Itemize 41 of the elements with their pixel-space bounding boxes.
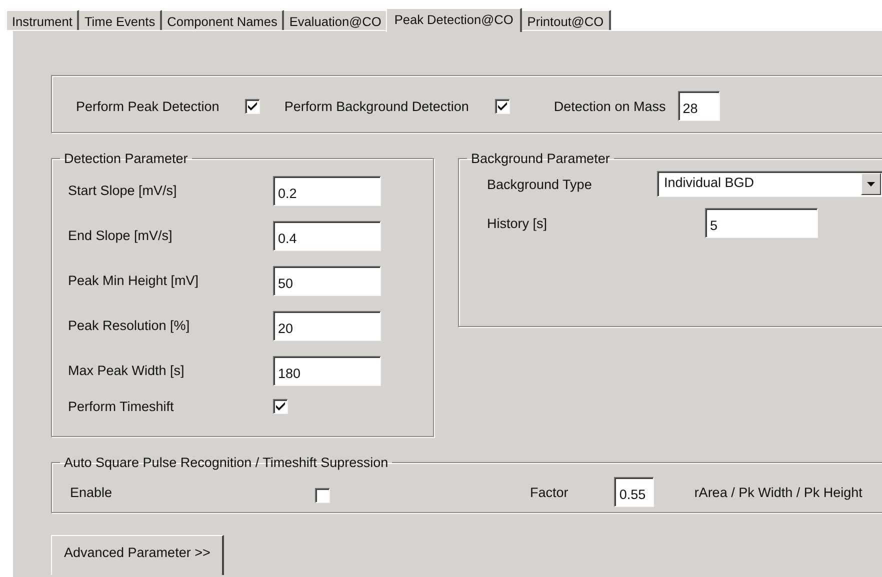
field-label: Enable [70,484,112,500]
input-field[interactable]: 28 [678,91,720,121]
tab[interactable]: Printout@CO [522,10,611,30]
field-label: Factor [530,484,568,500]
tab[interactable]: Peak Detection@CO [386,8,522,32]
tab[interactable]: Evaluation@CO [284,10,388,30]
field-label: Perform Timeshift [68,398,175,414]
check-icon [496,101,508,111]
option-label: Perform Background Detection [284,98,469,114]
input-field[interactable]: 50 [273,266,381,296]
field-label: Background Type [487,176,593,192]
checkbox[interactable] [315,488,330,502]
input-field[interactable]: 5 [705,208,818,238]
input-field[interactable]: 0.55 [614,477,654,507]
field-label: End Slope [mV/s] [68,228,174,243]
field-label: Max Peak Width [s] [68,363,186,378]
tab[interactable]: Instrument [6,10,80,30]
group-title: Auto Square Pulse Recognition / Timeshift Supression [63,455,390,470]
tab[interactable]: Component Names [162,10,284,30]
advanced-parameter-button[interactable]: Advanced Parameter >> [51,535,224,575]
checkbox[interactable] [273,398,288,414]
group-title: Detection Parameter [63,151,189,166]
checkbox[interactable] [494,98,510,114]
input-field[interactable]: 0.4 [273,220,381,250]
check-icon [275,401,286,411]
option-label: Detection on Mass [554,98,666,114]
checkbox[interactable] [245,98,260,114]
field-label: History [s] [487,216,548,230]
tab[interactable]: Time Events [79,10,162,30]
input-field[interactable]: 20 [273,310,381,340]
dropdown[interactable]: Individual BGD [657,171,882,197]
field-label: Peak Resolution [%] [68,318,191,333]
input-field[interactable]: 0.2 [273,176,381,206]
unit-label: rArea / Pk Width / Pk Height [694,484,862,500]
field-label: Peak Min Height [mV] [68,273,200,288]
check-icon [247,101,258,111]
caret-icon [867,182,875,186]
group-title: Background Parameter [470,151,611,166]
field-label: Start Slope [mV/s] [68,183,178,198]
input-field[interactable]: 180 [273,356,381,386]
option-label: Perform Peak Detection [76,98,220,114]
